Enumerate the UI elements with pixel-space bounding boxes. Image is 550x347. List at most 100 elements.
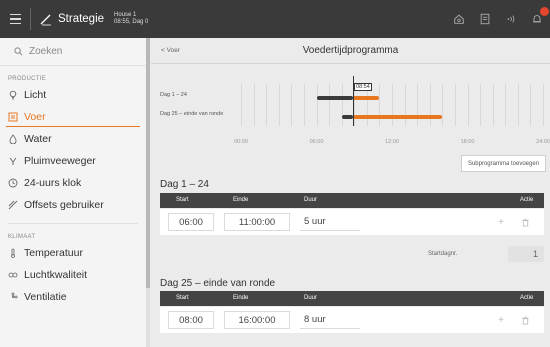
bulb-icon	[9, 90, 17, 100]
grid-line	[266, 84, 268, 126]
chart-line-icon	[40, 14, 51, 26]
divider	[8, 216, 138, 224]
home-icon[interactable]	[452, 12, 466, 26]
grid-line	[253, 84, 255, 126]
trash-icon[interactable]	[518, 215, 532, 229]
sidebar-item-licht[interactable]: Licht	[0, 84, 146, 106]
sidebar-scrollbar[interactable]	[146, 38, 150, 347]
menu-icon[interactable]	[0, 0, 30, 38]
sidebar-item-offsets-gebruiker[interactable]: Offsets gebruiker	[0, 194, 146, 216]
table-row: 08:00 16:00:00 8 uur +	[160, 307, 544, 333]
feeding-timeline: Dag 1 – 24 Dag 25 – einde van ronde 00:0…	[151, 66, 550, 166]
sidebar-item-label: Voer	[24, 111, 46, 123]
timeline-grid	[241, 84, 544, 126]
sidebar-item-label: Offsets gebruiker	[24, 199, 104, 211]
grid-line	[417, 84, 419, 126]
col-start: Start	[176, 197, 189, 203]
start-time-input[interactable]: 06:00	[168, 213, 214, 231]
thermometer-icon	[11, 248, 15, 258]
scale-icon	[9, 157, 17, 165]
notification-badge	[540, 7, 549, 16]
add-icon[interactable]: +	[494, 313, 508, 327]
start-day-input[interactable]: 1	[508, 246, 544, 262]
grid-line	[291, 84, 293, 126]
table-row: 06:00 11:00:00 5 uur +	[160, 209, 544, 235]
breadcrumb: < Voer Voedertijdprogramma	[151, 38, 550, 64]
add-subprogram-button[interactable]: Subprogramma toevoegen	[460, 155, 546, 172]
sidebar: Zoeken PRODUCTIE Licht Voer Water Pluimv…	[0, 38, 147, 347]
col-duration: Duur	[304, 295, 318, 301]
end-time-input[interactable]: 16:00:00	[224, 311, 290, 329]
timeline-row-label: Dag 25 – einde van ronde	[160, 111, 224, 117]
grid-line	[454, 84, 456, 126]
sidebar-item-pluimveeweger[interactable]: Pluimveeweger	[0, 150, 146, 172]
col-action: Actie	[520, 197, 534, 203]
duration-field[interactable]: 5 uur	[300, 213, 360, 231]
co2-icon	[8, 272, 18, 278]
sidebar-item-ventilatie[interactable]: Ventilatie	[0, 286, 146, 308]
timeline-row-label: Dag 1 – 24	[160, 92, 187, 98]
signal-icon[interactable]	[504, 12, 518, 26]
clock-icon	[8, 178, 18, 188]
scrollbar-thumb[interactable]	[146, 38, 150, 288]
sidebar-item-luchtkwaliteit[interactable]: Luchtkwaliteit	[0, 264, 146, 286]
drop-icon	[9, 134, 17, 144]
add-icon[interactable]: +	[494, 215, 508, 229]
tick-label: 18:00	[460, 139, 475, 145]
sidebar-item-label: 24-uurs klok	[24, 177, 82, 189]
grid-line	[379, 84, 381, 126]
grid-line	[442, 84, 444, 126]
grid-line	[341, 84, 343, 126]
document-icon[interactable]	[478, 12, 492, 26]
sidebar-item-label: Ventilatie	[24, 291, 67, 303]
table-header: Start Einde Duur Actie	[160, 193, 544, 208]
col-duration: Duur	[304, 197, 318, 203]
house-info[interactable]: House 1 08:55, Dag 0	[114, 12, 148, 26]
page-title: Voedertijdprogramma	[302, 45, 399, 56]
search-icon	[14, 47, 23, 56]
bell-icon[interactable]	[530, 7, 549, 26]
fan-icon	[11, 292, 18, 299]
main-panel: < Voer Voedertijdprogramma Dag 1 – 24 Da…	[151, 38, 550, 347]
program-bar-remaining	[352, 96, 380, 100]
sidebar-item-label: Licht	[24, 89, 47, 101]
tick-label: 12:00	[385, 139, 399, 145]
end-time-input[interactable]: 11:00:00	[224, 213, 290, 231]
start-time-input[interactable]: 08:00	[168, 311, 214, 329]
sidebar-item-label: Water	[24, 133, 52, 145]
sidebar-item-water[interactable]: Water	[0, 128, 146, 150]
tick-label: 06:00	[309, 139, 324, 145]
col-start: Start	[176, 295, 189, 301]
duration-field[interactable]: 8 uur	[300, 311, 360, 329]
sidebar-item-temperatuur[interactable]: Temperatuur	[0, 242, 146, 264]
search-field[interactable]: Zoeken	[0, 38, 146, 66]
grid-line	[404, 84, 406, 126]
program-title: Dag 25 – einde van ronde	[160, 278, 276, 289]
program-title: Dag 1 – 24	[160, 179, 209, 190]
sidebar-item-voer[interactable]: Voer	[0, 106, 146, 128]
house-name: House 1	[114, 12, 137, 18]
feeder-icon	[8, 112, 18, 122]
section-heading-klimaat: KLIMAAT	[8, 234, 36, 240]
start-day-label: Startdagnr.	[428, 251, 458, 257]
table-header: Start Einde Duur Actie	[160, 291, 544, 306]
grid-line	[241, 84, 242, 126]
sidebar-item-label: Temperatuur	[24, 247, 83, 259]
grid-line	[278, 84, 280, 126]
divider	[30, 8, 31, 30]
sidebar-item-label: Luchtkwaliteit	[24, 269, 88, 281]
col-end: Einde	[233, 197, 249, 203]
program-bar-elapsed	[341, 115, 353, 119]
sidebar-item-24-uurs-klok[interactable]: 24-uurs klok	[0, 172, 146, 194]
top-bar: Strategie House 1 08:55, Dag 0	[0, 0, 550, 38]
grid-line	[429, 84, 431, 126]
tick-label: 00:00	[234, 139, 248, 145]
trash-icon[interactable]	[518, 313, 532, 327]
grid-line	[392, 84, 393, 126]
grid-line	[517, 84, 519, 126]
program-bar-remaining	[352, 115, 443, 119]
sidebar-item-label: Pluimveeweger	[24, 155, 96, 167]
offset-icon	[8, 200, 18, 210]
strategy-button[interactable]: Strategie	[39, 12, 104, 26]
col-end: Einde	[233, 295, 249, 301]
